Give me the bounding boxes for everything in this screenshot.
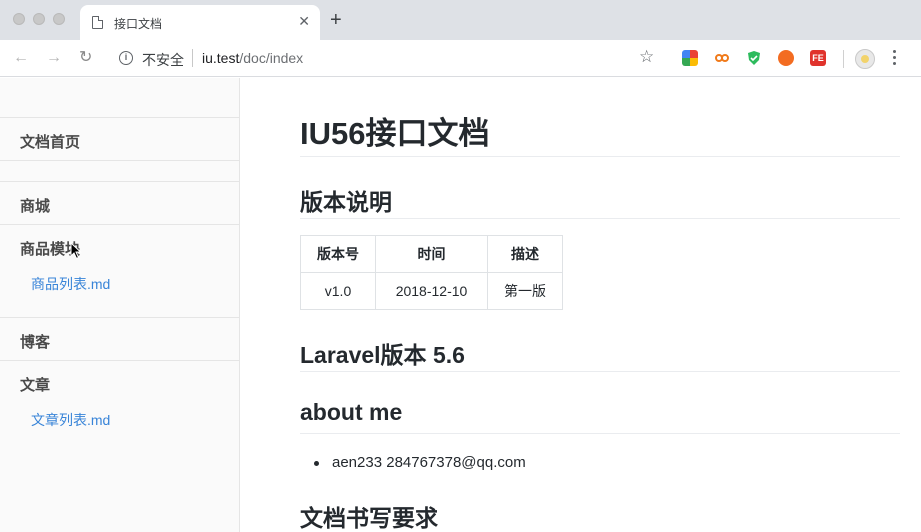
list-item: aen233 284767378@qq.com	[314, 454, 526, 471]
toolbar-divider	[843, 50, 844, 68]
document-icon	[92, 16, 103, 29]
sidebar-divider	[0, 160, 239, 161]
window-minimize-button[interactable]	[33, 13, 45, 25]
table-header-row: 版本号 时间 描述	[300, 235, 563, 273]
sidebar-item-home[interactable]: 文档首页	[20, 131, 80, 152]
browser-tab-active[interactable]: 接口文档 ✕	[80, 5, 320, 40]
table-cell: 2018-12-10	[375, 272, 488, 310]
sidebar-divider	[0, 117, 239, 118]
mouse-cursor-icon	[70, 242, 82, 260]
about-contact-text: aen233 284767378@qq.com	[332, 454, 526, 471]
column-header: 描述	[487, 235, 563, 273]
tab-title: 接口文档	[114, 17, 163, 31]
sidebar-section-blog[interactable]: 博客	[20, 331, 50, 352]
profile-avatar[interactable]	[855, 49, 875, 69]
heading-rule	[300, 371, 900, 372]
sidebar-link-article-list[interactable]: 文章列表.md	[31, 410, 110, 430]
window-zoom-button[interactable]	[53, 13, 65, 25]
writing-heading: 文档书写要求	[300, 505, 438, 531]
version-heading: 版本说明	[300, 189, 392, 215]
sidebar-section-mall[interactable]: 商城	[20, 195, 50, 216]
rocket-ext-icon[interactable]	[778, 50, 794, 66]
sidebar-link-product-list[interactable]: 商品列表.md	[31, 274, 110, 294]
back-icon[interactable]: ←	[13, 48, 29, 68]
chrome-ext-multicolor-icon[interactable]	[682, 50, 698, 66]
version-table: 版本号 时间 描述 v1.0 2018-12-10 第一版	[300, 235, 563, 310]
shield-ext-icon[interactable]	[746, 50, 762, 66]
sidebar-divider	[0, 181, 239, 182]
about-heading: about me	[300, 399, 403, 425]
forward-icon[interactable]: →	[46, 48, 62, 68]
fe-ext-icon[interactable]: FE	[810, 50, 826, 66]
reload-icon[interactable]: ↻	[79, 48, 92, 68]
bookmark-star-icon[interactable]: ☆	[639, 47, 654, 67]
laravel-heading: Laravel版本 5.6	[300, 342, 465, 368]
column-header: 时间	[375, 235, 488, 273]
security-status[interactable]: 不安全	[142, 50, 184, 70]
url-host: iu.test	[202, 50, 240, 66]
table-cell: 第一版	[487, 272, 563, 310]
sidebar-group-articles[interactable]: 文章	[20, 374, 50, 395]
window-close-button[interactable]	[13, 13, 25, 25]
browser-menu-icon[interactable]	[893, 50, 897, 68]
column-header: 版本号	[300, 235, 376, 273]
browser-toolbar: ← → ↻ i 不安全 iu.test/doc/index ☆ FE	[0, 40, 921, 77]
page-title: IU56接口文档	[300, 116, 490, 151]
sidebar-divider	[0, 317, 239, 318]
sidebar-divider	[0, 360, 239, 361]
new-tab-button[interactable]: +	[330, 9, 342, 31]
sidebar-divider	[0, 224, 239, 225]
browser-tab-bar: 接口文档 ✕ +	[0, 0, 921, 40]
heading-rule	[300, 218, 900, 219]
heading-rule	[300, 433, 900, 434]
url-path: /doc/index	[239, 50, 304, 66]
table-row: v1.0 2018-12-10 第一版	[300, 272, 563, 310]
tab-close-icon[interactable]: ✕	[298, 13, 310, 29]
site-info-icon[interactable]: i	[119, 51, 133, 65]
address-divider	[192, 49, 193, 67]
table-cell: v1.0	[300, 272, 376, 310]
address-bar[interactable]: iu.test/doc/index	[202, 50, 303, 66]
title-rule	[300, 156, 900, 157]
infinity-ext-icon[interactable]	[714, 50, 730, 66]
doc-sidebar: 文档首页 商城 商品模块 商品列表.md 博客 文章 文章列表.md	[0, 78, 240, 532]
